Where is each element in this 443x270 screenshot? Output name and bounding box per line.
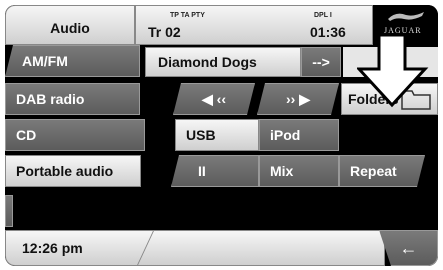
scroll-title-button[interactable]: --> [301,47,341,77]
audio-source-header[interactable]: Audio [5,5,135,45]
track-number: Tr 02 [148,24,181,40]
callout-arrow-icon [357,33,429,108]
source-dab-radio-button[interactable]: DAB radio [5,83,140,115]
next-track-button[interactable]: ›› ▶ [257,83,339,115]
scroll-arrow-label: --> [312,54,330,70]
elapsed-time: 01:36 [310,24,346,40]
repeat-label: Repeat [350,163,397,179]
clock: 12:26 pm [22,240,83,256]
previous-track-icon: ◀ ‹‹ [202,90,226,107]
previous-track-button[interactable]: ◀ ‹‹ [173,83,255,115]
usb-label: USB [186,127,216,143]
tp-ta-pty-flags: TP TA PTY [170,12,205,19]
source-am-fm-button[interactable]: AM/FM [5,45,140,77]
source-cd-label: CD [16,127,37,143]
usb-button[interactable]: USB [175,119,259,151]
source-portable-audio-label: Portable audio [16,163,114,179]
dpl-indicator: DPL I [314,12,332,19]
back-arrow-icon: ← [399,237,418,258]
track-info-panel: TP TA PTY DPL I Tr 02 01:36 [135,5,373,45]
pause-button[interactable]: II [171,155,259,187]
back-button[interactable]: ← [379,230,438,266]
source-portable-audio-button[interactable]: Portable audio [5,155,141,187]
ipod-button[interactable]: iPod [259,119,339,151]
song-title: Diamond Dogs [158,54,257,70]
pause-icon: II [198,163,206,179]
source-dab-radio-label: DAB radio [16,91,85,107]
mix-button[interactable]: Mix [259,155,339,187]
mix-label: Mix [270,163,294,179]
audio-source-label: Audio [50,20,90,36]
media-screen: Audio TP TA PTY DPL I Tr 02 01:36 JAGUAR… [5,5,438,266]
jaguar-leaper-icon [388,12,424,21]
repeat-button[interactable]: Repeat [339,155,425,187]
now-playing-title: Diamond Dogs [145,47,301,77]
ipod-label: iPod [270,127,301,143]
next-track-icon: ›› ▶ [286,90,310,107]
empty-source-slot [5,195,13,227]
source-cd-button[interactable]: CD [5,119,145,151]
clock-panel: 12:26 pm [5,230,385,266]
source-am-fm-label: AM/FM [22,53,68,69]
